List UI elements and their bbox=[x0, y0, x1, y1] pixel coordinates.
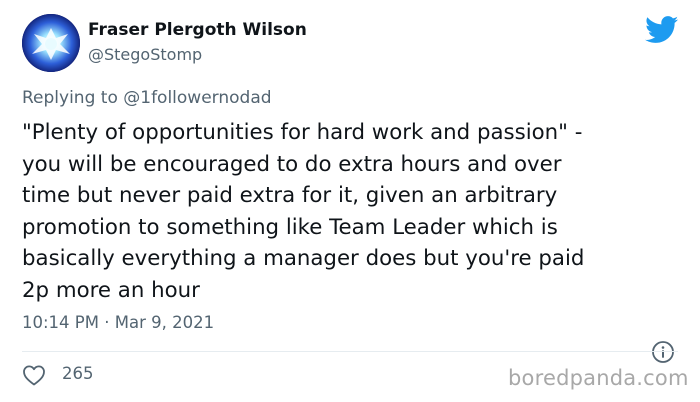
author-handle[interactable]: @StegoStomp bbox=[88, 45, 202, 64]
replying-to: Replying to @1followernodad bbox=[22, 88, 272, 108]
replying-to-prefix: Replying to bbox=[22, 88, 124, 108]
tweet-timestamp[interactable]: 10:14 PM · Mar 9, 2021 bbox=[22, 313, 214, 332]
glowing-creature-avatar-icon bbox=[22, 14, 80, 72]
reply-mention-link[interactable]: @1followernodad bbox=[123, 88, 271, 108]
avatar[interactable] bbox=[22, 14, 80, 72]
divider bbox=[22, 351, 678, 352]
twitter-bird-icon[interactable] bbox=[645, 16, 679, 44]
tweet-text: "Plenty of opportunities for hard work a… bbox=[22, 120, 585, 303]
tweet-card: Fraser Plergoth Wilson @StegoStomp Reply… bbox=[0, 0, 700, 402]
watermark: boredpanda.com bbox=[508, 366, 689, 390]
heart-icon[interactable] bbox=[22, 364, 46, 386]
author-display-name[interactable]: Fraser Plergoth Wilson bbox=[88, 20, 307, 40]
info-icon[interactable] bbox=[651, 340, 675, 364]
like-count: 265 bbox=[62, 364, 94, 383]
